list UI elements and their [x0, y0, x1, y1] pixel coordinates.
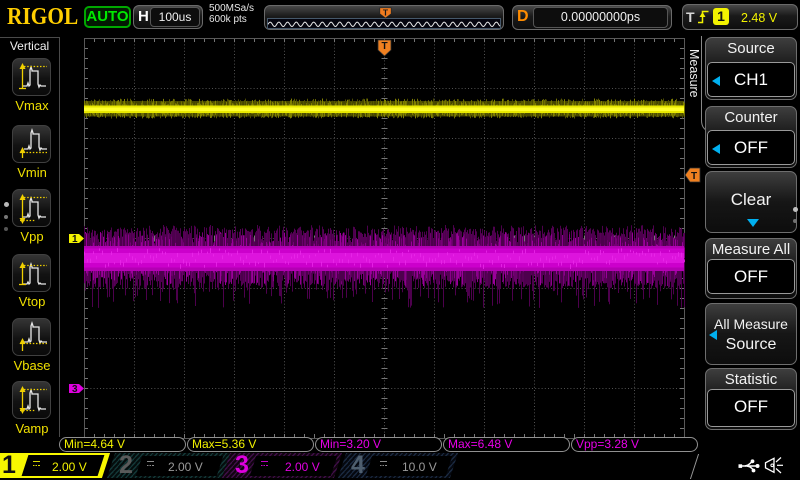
svg-text:T: T: [691, 171, 697, 182]
svg-text:T: T: [381, 41, 387, 52]
svg-text:1: 1: [72, 234, 78, 245]
svg-text:3: 3: [72, 384, 78, 395]
